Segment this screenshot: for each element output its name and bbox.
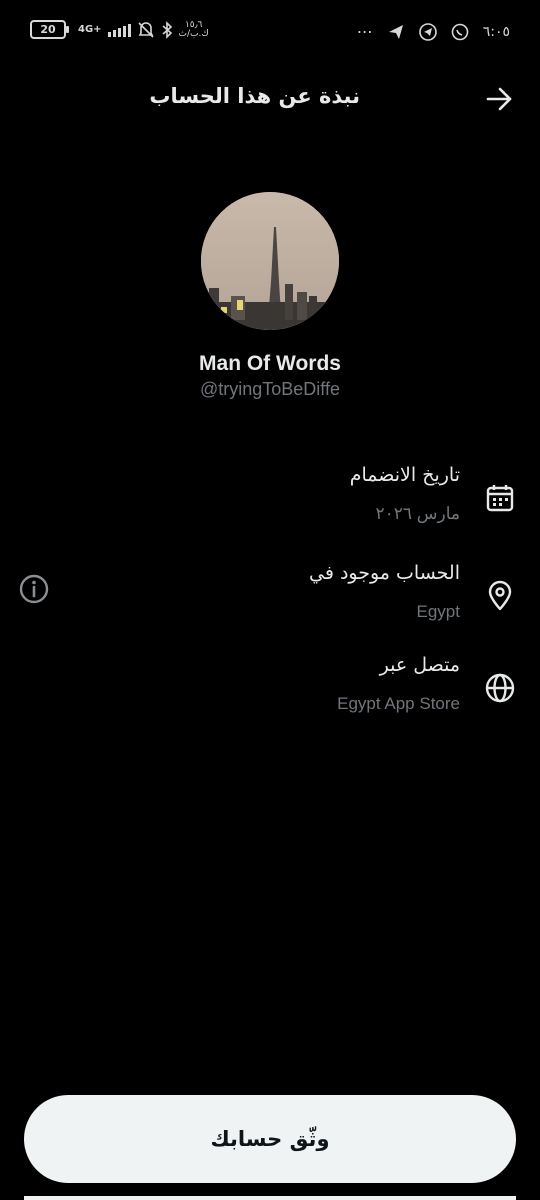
user-handle: @tryingToBeDiffe xyxy=(199,379,340,399)
status-bar: 20 4G+ ١٥٫٦ ك.ب/ث ⋯ ٦:٠٥ xyxy=(0,0,540,64)
info-value: Egypt xyxy=(416,602,460,621)
info-row-join-date: تاريخ الانضمام مارس ٢٠٢٦ xyxy=(0,464,540,544)
clock: ٦:٠٥ xyxy=(482,23,510,40)
info-label: تاريخ الانضمام xyxy=(349,464,460,486)
page-title: نبذة عن هذا الحساب xyxy=(149,84,360,108)
status-bar-right: ⋯ ٦:٠٥ xyxy=(357,22,510,41)
mute-icon xyxy=(137,21,154,38)
whatsapp-icon xyxy=(451,23,469,40)
avatar-image xyxy=(201,192,339,330)
back-arrow-icon[interactable] xyxy=(484,84,514,114)
status-bar-left: 20 4G+ ١٥٫٦ ك.ب/ث xyxy=(30,20,209,39)
globe-icon xyxy=(485,673,515,703)
info-value: مارس ٢٠٢٦ xyxy=(375,504,460,523)
battery-level: 20 xyxy=(40,23,56,36)
verify-account-button[interactable]: وثّق حسابك xyxy=(24,1095,516,1183)
header: نبذة عن هذا الحساب xyxy=(0,70,540,126)
battery-icon: 20 xyxy=(30,20,69,39)
info-label: الحساب موجود في xyxy=(309,562,460,584)
info-row-location: الحساب موجود في Egypt xyxy=(0,562,540,642)
profile-avatar[interactable] xyxy=(201,192,339,330)
network-speed: ١٥٫٦ ك.ب/ث xyxy=(178,20,209,39)
next-button-edge xyxy=(24,1196,516,1200)
info-row-connected-via: متصل عبر Egypt App Store xyxy=(0,654,540,734)
info-value: Egypt App Store xyxy=(337,694,460,713)
signal-icon xyxy=(107,23,131,37)
display-name: Man Of Words xyxy=(199,352,341,375)
calendar-icon xyxy=(486,485,514,512)
send-icon xyxy=(388,24,403,39)
bluetooth-icon xyxy=(162,20,172,39)
info-label: متصل عبر xyxy=(379,654,460,676)
more-dots-icon: ⋯ xyxy=(356,22,373,41)
info-icon[interactable] xyxy=(18,573,50,605)
network-type: 4G+ xyxy=(78,23,102,35)
location-pin-icon xyxy=(488,580,512,611)
telegram-icon xyxy=(418,22,437,41)
speed-unit: ك.ب/ث xyxy=(178,28,209,39)
